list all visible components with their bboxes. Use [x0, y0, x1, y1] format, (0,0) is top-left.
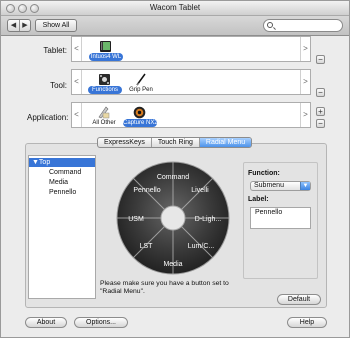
wheel-segment-livelli[interactable]: Livelli: [191, 187, 209, 194]
all-other-apps-icon: [98, 106, 110, 119]
tablet-icon: [100, 41, 111, 52]
grip-pen-icon: [136, 73, 146, 86]
show-all-button[interactable]: Show All: [35, 19, 77, 32]
application-item-capture-nx2[interactable]: Capture NX2: [123, 105, 158, 127]
window-title: Wacom Tablet: [149, 3, 201, 12]
back-arrow-icon[interactable]: ◀: [8, 20, 19, 31]
wheel-segment-pennello[interactable]: Pennello: [133, 187, 160, 194]
tool-item-grip-pen[interactable]: Grip Pen: [124, 72, 158, 94]
radial-menu-graphic: Command Livelli D-Ligh... Lum/C... Media…: [116, 161, 230, 275]
options-button[interactable]: Options...: [74, 317, 128, 328]
default-button[interactable]: Default: [277, 294, 321, 305]
tool-left-arrow-icon[interactable]: <: [72, 70, 82, 94]
search-icon: [267, 22, 273, 28]
application-caption-all-other: All Other: [92, 120, 116, 126]
wacom-tablet-window: Wacom Tablet ◀ ▶ Show All Tablet: < > In…: [0, 0, 350, 338]
tree-node-media[interactable]: Media: [49, 178, 68, 187]
tool-label: Tool:: [50, 81, 67, 90]
toolbar: ◀ ▶ Show All: [1, 16, 349, 36]
functions-icon: [99, 74, 110, 85]
capture-nx2-icon: [133, 106, 146, 119]
tab-expresskeys[interactable]: ExpressKeys: [98, 138, 151, 147]
tree-node-top[interactable]: ▼Top: [29, 158, 95, 167]
wheel-segment-d-lighting[interactable]: D-Ligh...: [195, 216, 222, 223]
function-select[interactable]: Submenu ▼: [250, 181, 311, 191]
nav-buttons: ◀ ▶: [7, 19, 31, 32]
remove-tablet-button[interactable]: −: [316, 55, 325, 64]
function-label: Function:: [248, 170, 280, 177]
application-item-all-other[interactable]: All Other: [87, 105, 121, 127]
tool-item-functions[interactable]: Functions: [88, 72, 122, 94]
chevron-down-icon: ▼: [300, 182, 310, 190]
application-strip: < > All Other Capture NX2: [71, 102, 311, 128]
tablet-item[interactable]: Intuos4 WL: [89, 39, 123, 61]
radial-menu-note: Please make sure you have a button set t…: [100, 280, 229, 295]
tab-radial-menu[interactable]: Radial Menu: [198, 138, 252, 147]
tool-strip: < > Functions Grip Pen: [71, 69, 311, 95]
tablet-caption: Intuos4 WL: [89, 53, 123, 61]
add-application-button[interactable]: +: [316, 107, 325, 116]
tool-caption-functions: Functions: [88, 86, 122, 94]
tree-node-command[interactable]: Command: [49, 168, 81, 177]
tablet-label: Tablet:: [43, 46, 67, 55]
application-right-arrow-icon[interactable]: >: [300, 103, 310, 127]
application-label: Application:: [27, 113, 69, 122]
wheel-segment-lst[interactable]: LST: [140, 243, 154, 250]
radial-menu-wheel[interactable]: Command Livelli D-Ligh... Lum/C... Media…: [108, 155, 238, 279]
wheel-segment-media[interactable]: Media: [163, 261, 182, 268]
application-caption-capture-nx2: Capture NX2: [123, 119, 158, 127]
search-field[interactable]: [263, 19, 343, 32]
settings-tabs: ExpressKeys Touch Ring Radial Menu: [97, 137, 253, 148]
wheel-segment-lum-c[interactable]: Lum/C...: [188, 243, 215, 250]
tree-node-pennello[interactable]: Pennello: [49, 188, 76, 197]
tablet-right-arrow-icon[interactable]: >: [300, 37, 310, 61]
about-button[interactable]: About: [25, 317, 67, 328]
tool-right-arrow-icon[interactable]: >: [300, 70, 310, 94]
tablet-strip: < > Intuos4 WL: [71, 36, 311, 62]
label-input[interactable]: Pennello: [250, 207, 311, 229]
tool-caption-grip-pen: Grip Pen: [129, 87, 153, 93]
radial-menu-tree[interactable]: ▼Top Command Media Pennello: [28, 155, 96, 299]
application-left-arrow-icon[interactable]: <: [72, 103, 82, 127]
wheel-segment-command[interactable]: Command: [157, 174, 189, 181]
function-select-value: Submenu: [254, 182, 284, 189]
tablet-left-arrow-icon[interactable]: <: [72, 37, 82, 61]
tab-touch-ring[interactable]: Touch Ring: [150, 138, 199, 147]
remove-tool-button[interactable]: −: [316, 88, 325, 97]
label-label: Label:: [248, 196, 269, 203]
wheel-segment-usm[interactable]: USM: [128, 216, 144, 223]
forward-arrow-icon[interactable]: ▶: [19, 20, 30, 31]
window-titlebar: Wacom Tablet: [1, 1, 349, 16]
help-button[interactable]: Help: [287, 317, 327, 328]
remove-application-button[interactable]: −: [316, 119, 325, 128]
